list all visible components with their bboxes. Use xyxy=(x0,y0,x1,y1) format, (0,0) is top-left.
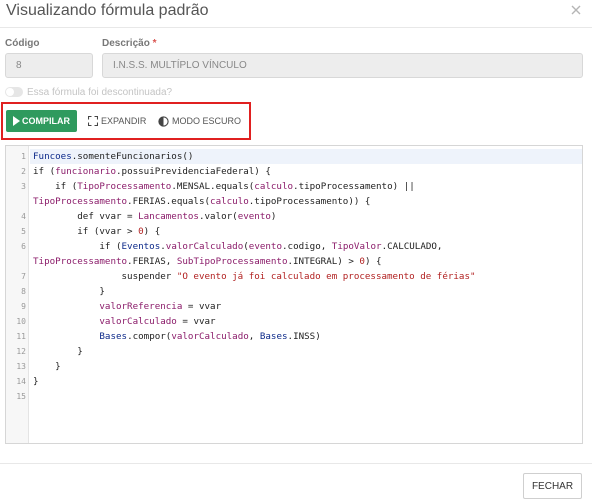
expand-button[interactable]: EXPANDIR xyxy=(88,114,146,128)
descricao-label: Descrição * xyxy=(102,38,157,49)
code-line[interactable]: suspender "O evento já foi calculado em … xyxy=(33,269,476,284)
line-number: 2 xyxy=(21,167,26,176)
line-number: 8 xyxy=(21,287,26,296)
descricao-label-text: Descrição xyxy=(102,38,150,49)
close-icon[interactable] xyxy=(569,3,583,17)
line-number: 15 xyxy=(16,392,26,401)
footer-divider xyxy=(0,463,592,464)
code-line[interactable]: if (funcionario.possuiPrevidenciaFederal… xyxy=(33,164,271,179)
discontinued-label: Essa fórmula foi descontinuada? xyxy=(27,86,173,98)
descricao-field[interactable]: I.N.S.S. MULTÍPLO VÍNCULO xyxy=(102,53,583,78)
line-number xyxy=(6,194,26,209)
required-marker: * xyxy=(152,38,157,49)
line-number: 14 xyxy=(16,377,26,386)
fechar-button[interactable]: FECHAR xyxy=(523,473,582,499)
discontinued-toggle-row[interactable]: Essa fórmula foi descontinuada? xyxy=(5,85,172,99)
code-line[interactable]: } xyxy=(33,284,105,299)
code-line[interactable]: if (Eventos.valorCalculado(evento.codigo… xyxy=(33,239,442,254)
line-number xyxy=(6,254,26,269)
code-line[interactable]: } xyxy=(33,359,61,374)
code-line[interactable]: } xyxy=(33,374,39,389)
line-number: 12 xyxy=(16,347,26,356)
code-line[interactable]: if (vvar > 0) { xyxy=(33,224,160,239)
dark-mode-label: MODO ESCURO xyxy=(172,116,242,126)
compile-button[interactable]: COMPILAR xyxy=(6,110,77,132)
line-number: 13 xyxy=(16,362,26,371)
code-line[interactable]: if (TipoProcessamento.MENSAL.equals(calc… xyxy=(33,179,415,194)
code-line[interactable]: } xyxy=(33,344,83,359)
line-number: 5 xyxy=(21,227,26,236)
play-icon xyxy=(13,116,20,126)
code-line[interactable]: TipoProcessamento.FERIAS, SubTipoProcess… xyxy=(33,254,382,269)
line-number: 11 xyxy=(16,332,26,341)
dark-mode-button[interactable]: MODO ESCURO xyxy=(158,114,241,128)
codigo-field[interactable]: 8 xyxy=(5,53,93,78)
discontinued-toggle[interactable] xyxy=(5,87,23,97)
line-number: 6 xyxy=(21,242,26,251)
code-editor[interactable]: 1 Funcoes.somenteFuncionarios() 2 if (funci… xyxy=(5,145,583,444)
line-number: 4 xyxy=(21,212,26,221)
dialog-title: Visualizando fórmula padrão xyxy=(6,2,209,19)
line-number: 1 xyxy=(21,152,26,161)
compile-label: COMPILAR xyxy=(22,116,70,126)
expand-icon xyxy=(88,116,98,126)
code-line[interactable]: TipoProcessamento.FERIAS.equals(calculo.… xyxy=(33,194,370,209)
header-divider xyxy=(0,27,592,28)
code-line[interactable]: Bases.compor(valorCalculado, Bases.INSS) xyxy=(33,329,320,344)
line-number: 9 xyxy=(21,302,26,311)
expand-label: EXPANDIR xyxy=(101,116,147,126)
code-line[interactable]: def vvar = Lancamentos.valor(evento) xyxy=(33,209,276,224)
line-number: 10 xyxy=(16,317,26,326)
line-number: 7 xyxy=(21,272,26,281)
code-line[interactable]: valorReferencia = vvar xyxy=(33,299,221,314)
code-line[interactable]: Funcoes.somenteFuncionarios() xyxy=(33,149,193,164)
code-line[interactable]: valorCalculado = vvar xyxy=(33,314,215,329)
codigo-label: Código xyxy=(5,38,40,49)
line-number: 3 xyxy=(21,182,26,191)
contrast-icon xyxy=(158,115,169,127)
